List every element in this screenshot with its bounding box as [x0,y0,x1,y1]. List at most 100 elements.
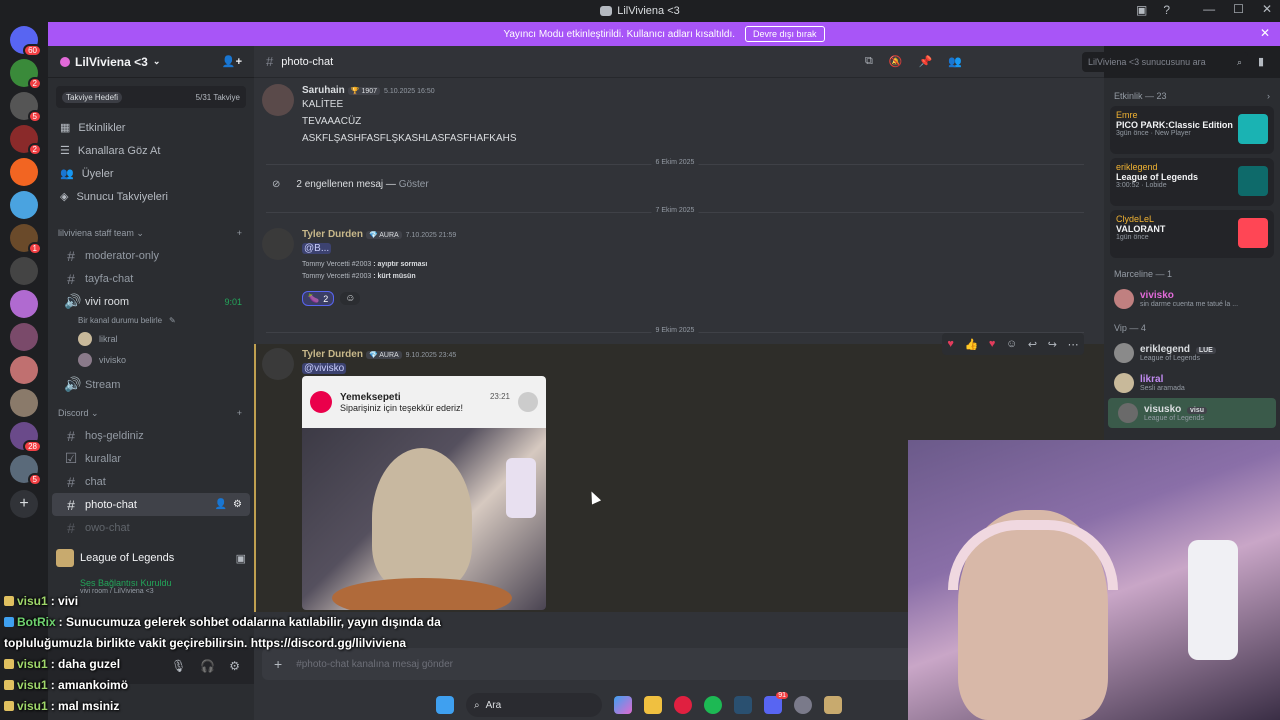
activity-header[interactable]: Etkinlik — 23 › [1104,86,1280,106]
nav-browse-channels[interactable]: ☰ Kanallara Göz At [48,139,254,162]
maximize-button[interactable]: ☐ [1233,2,1244,16]
member-row[interactable]: likral Sesli aramada [1104,368,1280,398]
member-row[interactable]: eriklegend LUE League of Legends [1104,338,1280,368]
search-input[interactable]: LilViviena <3 sunucusunu ara ⌕ [1082,52,1248,72]
steam-icon[interactable] [734,696,752,714]
server-icon[interactable]: 2 [10,59,42,90]
game-activity-bar[interactable]: League of Legends ▣ [56,544,246,572]
avatar[interactable] [262,84,294,116]
chatter-name: visu1 [17,656,48,671]
channel-hos-geldiniz[interactable]: # hoş-geldiniz [52,424,250,447]
server-icon[interactable]: 1 [10,224,42,255]
webcam-overlay [908,440,1280,720]
taskbar: ⌕ Ara 91 [436,690,846,720]
disable-streamer-mode-button[interactable]: Devre dışı bırak [745,26,825,42]
inbox-icon[interactable]: ▮ [1258,55,1264,68]
gear-icon[interactable]: ⚙ [233,499,242,510]
hash-icon: # [67,247,75,264]
member-row[interactable]: visusko visu League of Legends [1108,398,1276,428]
add-channel-icon[interactable]: + [237,228,242,238]
server-icon[interactable] [10,290,38,318]
username[interactable]: Tyler Durden [302,229,363,240]
server-icon[interactable]: 28 [10,422,42,453]
nav-server-boosts[interactable]: ◈ Sunucu Takviyeleri [48,185,254,208]
app-icon[interactable] [794,696,812,714]
channel-moderator-only[interactable]: # moderator-only [52,244,250,267]
opera-icon[interactable] [674,696,692,714]
voice-user[interactable]: likral [48,327,254,351]
username[interactable]: Saruhain [302,85,345,96]
server-icon[interactable]: 5 [10,455,42,486]
voice-channel-vivi-room[interactable]: 🔊 vivi room 9:01 [52,290,250,313]
add-channel-icon[interactable]: + [237,408,242,418]
close-button[interactable]: ✕ [1262,2,1272,16]
server-icon[interactable] [10,191,38,219]
chevron-down-icon: ⌄ [152,56,161,66]
message-text: ASKFLŞASHFASFLŞKASHLASFASFHAFKAHS [302,133,517,144]
reaction-eggplant[interactable]: 🍆 2 [302,291,335,306]
avatar[interactable] [262,348,294,380]
channel-owo-chat[interactable]: # owo-chat [52,516,250,539]
close-banner-icon[interactable]: ✕ [1260,26,1270,40]
chat-message-text: : vivi [50,593,79,608]
channel-chat[interactable]: # chat [52,470,250,493]
pin-icon[interactable]: 📌 [919,55,933,68]
game-overlay-icon[interactable]: ▣ [236,552,246,565]
add-server-icon[interactable]: + [10,490,38,518]
server-icon[interactable]: 2 [10,125,42,156]
server-icon[interactable] [10,356,38,384]
server-icon[interactable]: 60 [10,26,42,57]
spotify-icon[interactable] [704,696,722,714]
chat-badge-icon [4,595,14,606]
nav-members[interactable]: 👥 Üyeler [48,162,254,185]
server-icon[interactable] [10,158,38,186]
add-reaction-icon[interactable]: ☺ [340,292,361,305]
chat-badge-icon [4,658,14,669]
channel-photo-chat[interactable]: # photo-chat 👤 ⚙ [52,493,250,516]
activity-card[interactable]: Emre PICO PARK:Classic Edition 3gün önce ·… [1110,106,1274,154]
unread-badge: 60 [23,44,42,57]
inbox-icon[interactable]: ▣ [1136,3,1147,17]
league-taskbar-icon[interactable] [824,696,842,714]
show-blocked-link[interactable]: Göster [399,179,429,190]
nav-events[interactable]: ▦ Etkinlikler [48,116,254,139]
timestamp: 7.10.2025 21:59 [405,232,457,239]
server-icon[interactable] [10,323,38,351]
channel-kurallar[interactable]: ☑ kurallar [52,447,250,470]
hash-icon: # [67,427,75,444]
category-discord[interactable]: Discord ⌄ + [48,402,254,424]
server-icon[interactable]: 5 [10,92,42,123]
voice-status[interactable]: Bir kanal durumu belirle ✎ [48,313,254,327]
hash-icon: # [67,270,75,287]
file-explorer-icon[interactable] [644,696,662,714]
windows-start-icon[interactable] [436,696,454,714]
boost-goal[interactable]: Takviye Hedefi 5/31 Takviye [56,86,246,108]
member-row[interactable]: vivisko sin darme cuenta me tatué la ... [1104,284,1280,314]
help-icon[interactable]: ? [1163,3,1170,17]
category-staff[interactable]: lilviviena staff team ⌄ + [48,222,254,244]
mention[interactable]: @B... [302,243,332,254]
avatar[interactable] [262,228,294,260]
channel-tayfa-chat[interactable]: # tayfa-chat [52,267,250,290]
voice-user[interactable]: vivisko [48,351,254,369]
stream-chat-line: visu1: daha guzel [0,653,520,674]
image-attachment[interactable]: Yemeksepeti 23:21 Siparişiniz için teşekk… [302,376,546,610]
guild-header[interactable]: LilViviena <3 ⌄ 👤+ [48,46,254,78]
boost-progress: 5/31 Takviye [195,92,240,102]
activity-card[interactable]: ClydeLeL VALORANT 1gün önce [1110,210,1274,258]
copilot-icon[interactable] [614,696,632,714]
discord-taskbar-icon[interactable]: 91 [764,692,788,714]
invite-people-icon[interactable]: 👤+ [222,55,242,68]
minimize-button[interactable]: — [1203,2,1215,16]
mention[interactable]: @vivisko [302,363,347,374]
channel-stream[interactable]: 🔊 Stream [52,373,250,396]
username[interactable]: Tyler Durden [302,349,363,360]
invite-icon[interactable]: 👤 [215,499,227,510]
server-icon[interactable] [10,257,38,285]
notifications-off-icon[interactable]: 🔕 [889,55,903,68]
taskbar-search[interactable]: ⌕ Ara [466,693,602,717]
activity-card[interactable]: eriklegend League of Legends 3:00:52 · Lob… [1110,158,1274,206]
server-icon[interactable] [10,389,38,417]
member-list-icon[interactable]: 👥 [948,55,962,68]
threads-icon[interactable]: ⧉ [865,55,873,68]
